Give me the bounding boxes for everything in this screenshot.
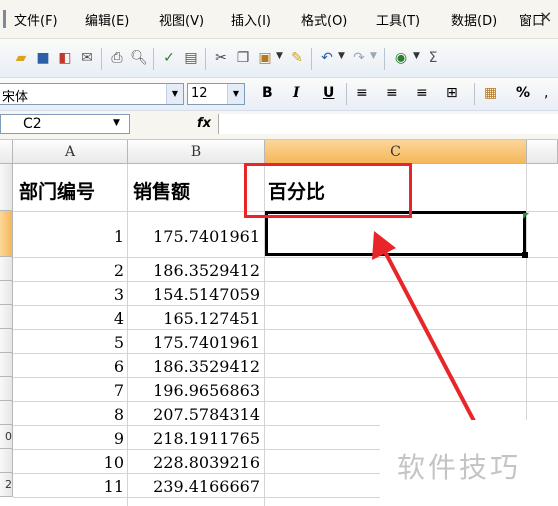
menu-insert[interactable]: 插入(I) (231, 10, 271, 29)
currency-style-icon[interactable]: ▦ (484, 85, 497, 101)
name-box[interactable]: C2 ▼ (0, 114, 130, 134)
undo-icon[interactable]: ↶ (318, 49, 336, 67)
percent-style-button[interactable]: % (516, 85, 530, 101)
font-name-value: 宋体 (2, 90, 29, 105)
align-center-icon[interactable]: ≡ (386, 85, 398, 101)
toolbar-options-icon[interactable]: ▼ (413, 51, 420, 61)
toolbar-separator (474, 83, 475, 105)
save-icon[interactable]: ■ (34, 49, 52, 67)
watermark-text: 软件技巧 (397, 451, 522, 484)
menu-format[interactable]: 格式(O) (301, 10, 347, 29)
menu-edit[interactable]: 编辑(E) (85, 10, 129, 29)
chevron-down-icon[interactable]: ▼ (113, 118, 120, 128)
font-name-select[interactable]: 宋体 ▼ (0, 83, 184, 105)
toolbar-separator (101, 48, 102, 70)
align-left-icon[interactable]: ≡ (356, 85, 368, 101)
italic-button[interactable]: I (293, 85, 300, 101)
align-right-icon[interactable]: ≡ (416, 85, 428, 101)
hyperlink-icon[interactable]: ◉ (392, 49, 410, 67)
print-preview-icon[interactable]: 🔍︎ (130, 49, 148, 67)
menu-file[interactable]: 文件(F) (14, 10, 58, 29)
menu-bar: 文件(F) 编辑(E) 视图(V) 插入(I) 格式(O) 工具(T) 数据(D… (0, 0, 558, 39)
toolbar-separator (384, 48, 385, 70)
open-icon[interactable]: ▰ (12, 49, 30, 67)
toolbar-separator (346, 83, 347, 105)
underline-button[interactable]: U (323, 85, 334, 101)
formula-input[interactable] (218, 114, 558, 134)
bold-button[interactable]: B (262, 85, 273, 101)
paste-dropdown-icon[interactable]: ▼ (276, 51, 283, 61)
paste-icon[interactable]: ▣ (256, 49, 274, 67)
merge-center-icon[interactable]: ⊞ (446, 85, 458, 101)
research-icon[interactable]: ▤ (182, 49, 200, 67)
name-box-value: C2 (23, 116, 42, 132)
chevron-down-icon[interactable]: ▼ (227, 84, 244, 104)
menu-view[interactable]: 视图(V) (159, 10, 204, 29)
close-icon[interactable]: × (539, 7, 552, 26)
print-icon[interactable]: ⎙ (108, 49, 126, 67)
formula-bar: C2 ▼ fx (0, 111, 558, 140)
font-size-select[interactable]: 12 ▼ (187, 83, 245, 105)
toolbar-separator (311, 48, 312, 70)
undo-dropdown-icon[interactable]: ▼ (338, 51, 345, 61)
redo-dropdown-icon[interactable]: ▼ (370, 51, 377, 61)
toolbar-separator (205, 48, 206, 70)
font-size-value: 12 (191, 86, 208, 101)
standard-toolbar: ▰ ■ ◧ ✉ ⎙ 🔍︎ ✓ ▤ ✂ ❐ ▣ ▼ ✎ ↶ ▼ ↷ ▼ ◉ ▼ Σ (0, 39, 558, 78)
cut-icon[interactable]: ✂ (212, 49, 230, 67)
toolbar-separator (153, 48, 154, 70)
menu-data[interactable]: 数据(D) (451, 10, 497, 29)
spelling-icon[interactable]: ✓ (160, 49, 178, 67)
autosum-icon[interactable]: Σ (424, 49, 442, 67)
formatting-toolbar: 宋体 ▼ 12 ▼ B I U ≡ ≡ ≡ ⊞ ▦ % , (0, 78, 558, 111)
copy-icon[interactable]: ❐ (234, 49, 252, 67)
email-icon[interactable]: ✉ (78, 49, 96, 67)
redo-icon[interactable]: ↷ (350, 49, 368, 67)
chevron-down-icon[interactable]: ▼ (166, 84, 183, 104)
comma-style-icon[interactable]: , (544, 85, 548, 101)
menu-grip (3, 10, 6, 28)
permission-icon[interactable]: ◧ (56, 49, 74, 67)
menu-tools[interactable]: 工具(T) (376, 10, 420, 29)
format-painter-icon[interactable]: ✎ (288, 49, 306, 67)
insert-function-button[interactable]: fx (197, 116, 211, 131)
